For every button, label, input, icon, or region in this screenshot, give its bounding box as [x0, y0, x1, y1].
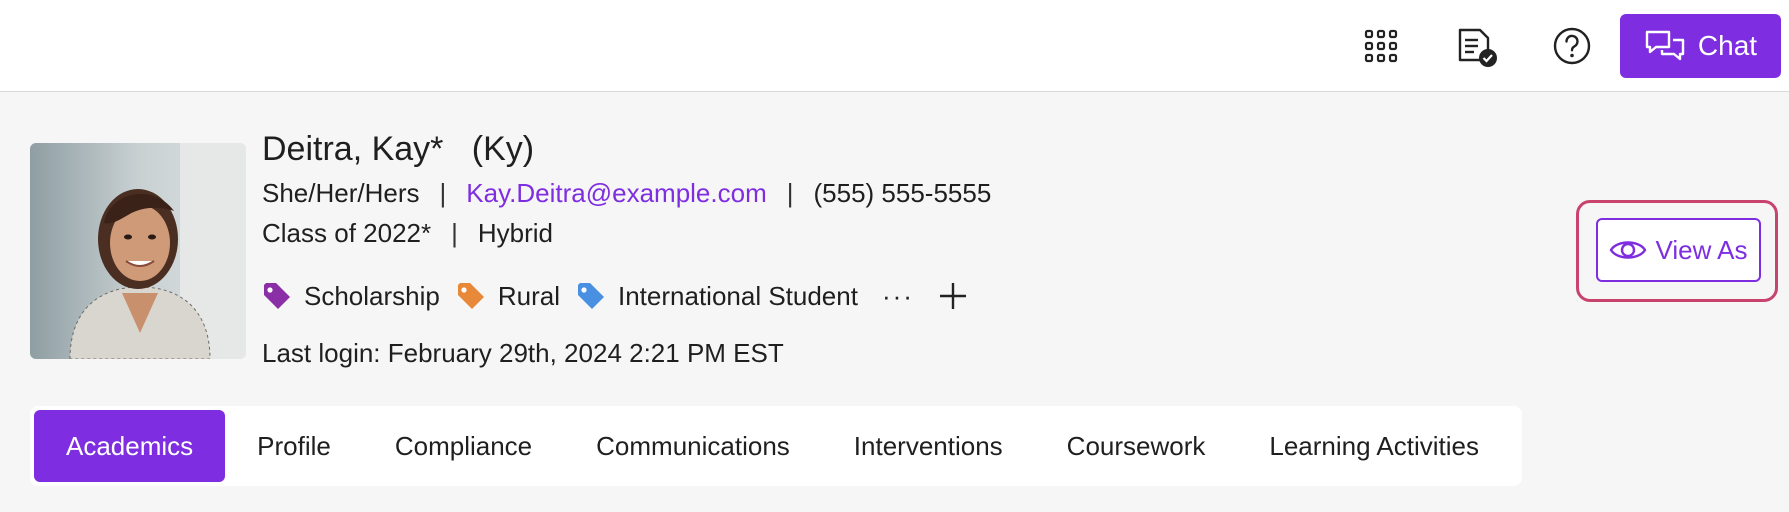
preferred-name: (Ky): [471, 130, 535, 168]
chat-bubbles-icon: [1645, 30, 1685, 61]
separator: |: [439, 178, 447, 208]
tag-label: International Student: [618, 280, 858, 311]
eye-icon: [1610, 241, 1647, 259]
add-tag-button[interactable]: [938, 281, 968, 311]
document-check-button[interactable]: [1450, 20, 1506, 76]
top-bar: Chat: [0, 0, 1789, 92]
tab-academics[interactable]: Academics: [34, 410, 226, 482]
contact-line: She/Her/Hers | Kay.Deitra@example.com | …: [262, 178, 991, 209]
plus-icon: [939, 283, 966, 309]
help-icon: [1553, 27, 1591, 65]
chat-label: Chat: [1697, 30, 1758, 61]
tag-rural[interactable]: Rural: [456, 281, 560, 312]
apps-grid-button[interactable]: [1353, 18, 1409, 74]
tab-communications[interactable]: Communications: [564, 410, 822, 482]
tab-learning-activities[interactable]: Learning Activities: [1237, 410, 1511, 482]
tab-coursework[interactable]: Coursework: [1035, 410, 1238, 482]
tag-label: Scholarship: [304, 280, 440, 311]
pronouns: She/Her/Hers: [262, 178, 420, 208]
last-login: Last login: February 29th, 2024 2:21 PM …: [262, 338, 784, 368]
tag-international-student[interactable]: International Student: [576, 281, 858, 312]
help-button[interactable]: [1544, 18, 1600, 74]
tab-compliance[interactable]: Compliance: [363, 410, 564, 482]
enrollment-line: Class of 2022* | Hybrid: [262, 218, 553, 249]
student-name-text: Deitra, Kay*: [262, 130, 444, 168]
tab-bar: Academics Profile Compliance Communicati…: [30, 406, 1522, 486]
phone-number: (555) 555-5555: [813, 178, 992, 208]
view-as-button[interactable]: View As: [1596, 218, 1761, 282]
tag-icon: [264, 283, 290, 309]
student-avatar: [30, 143, 246, 359]
view-as-label: View As: [1655, 234, 1748, 265]
email-link[interactable]: Kay.Deitra@example.com: [466, 178, 766, 209]
tag-icon: [578, 283, 604, 309]
tab-profile[interactable]: Profile: [225, 410, 363, 482]
separator: |: [451, 218, 458, 248]
document-check-icon: [1458, 28, 1497, 67]
chat-button[interactable]: Chat: [1620, 14, 1781, 78]
apps-grid-icon: [1364, 29, 1398, 63]
more-tags-button[interactable]: ···: [882, 281, 914, 312]
tag-icon: [457, 283, 484, 309]
modality: Hybrid: [477, 218, 554, 248]
tag-scholarship[interactable]: Scholarship: [262, 281, 440, 312]
student-name: Deitra, Kay* (Ky): [262, 130, 534, 169]
separator: |: [786, 178, 794, 208]
tab-interventions[interactable]: Interventions: [822, 410, 1035, 482]
tag-list: Scholarship Rural International Student …: [262, 276, 968, 316]
class-year: Class of 2022*: [262, 218, 432, 248]
tag-label: Rural: [497, 280, 560, 311]
